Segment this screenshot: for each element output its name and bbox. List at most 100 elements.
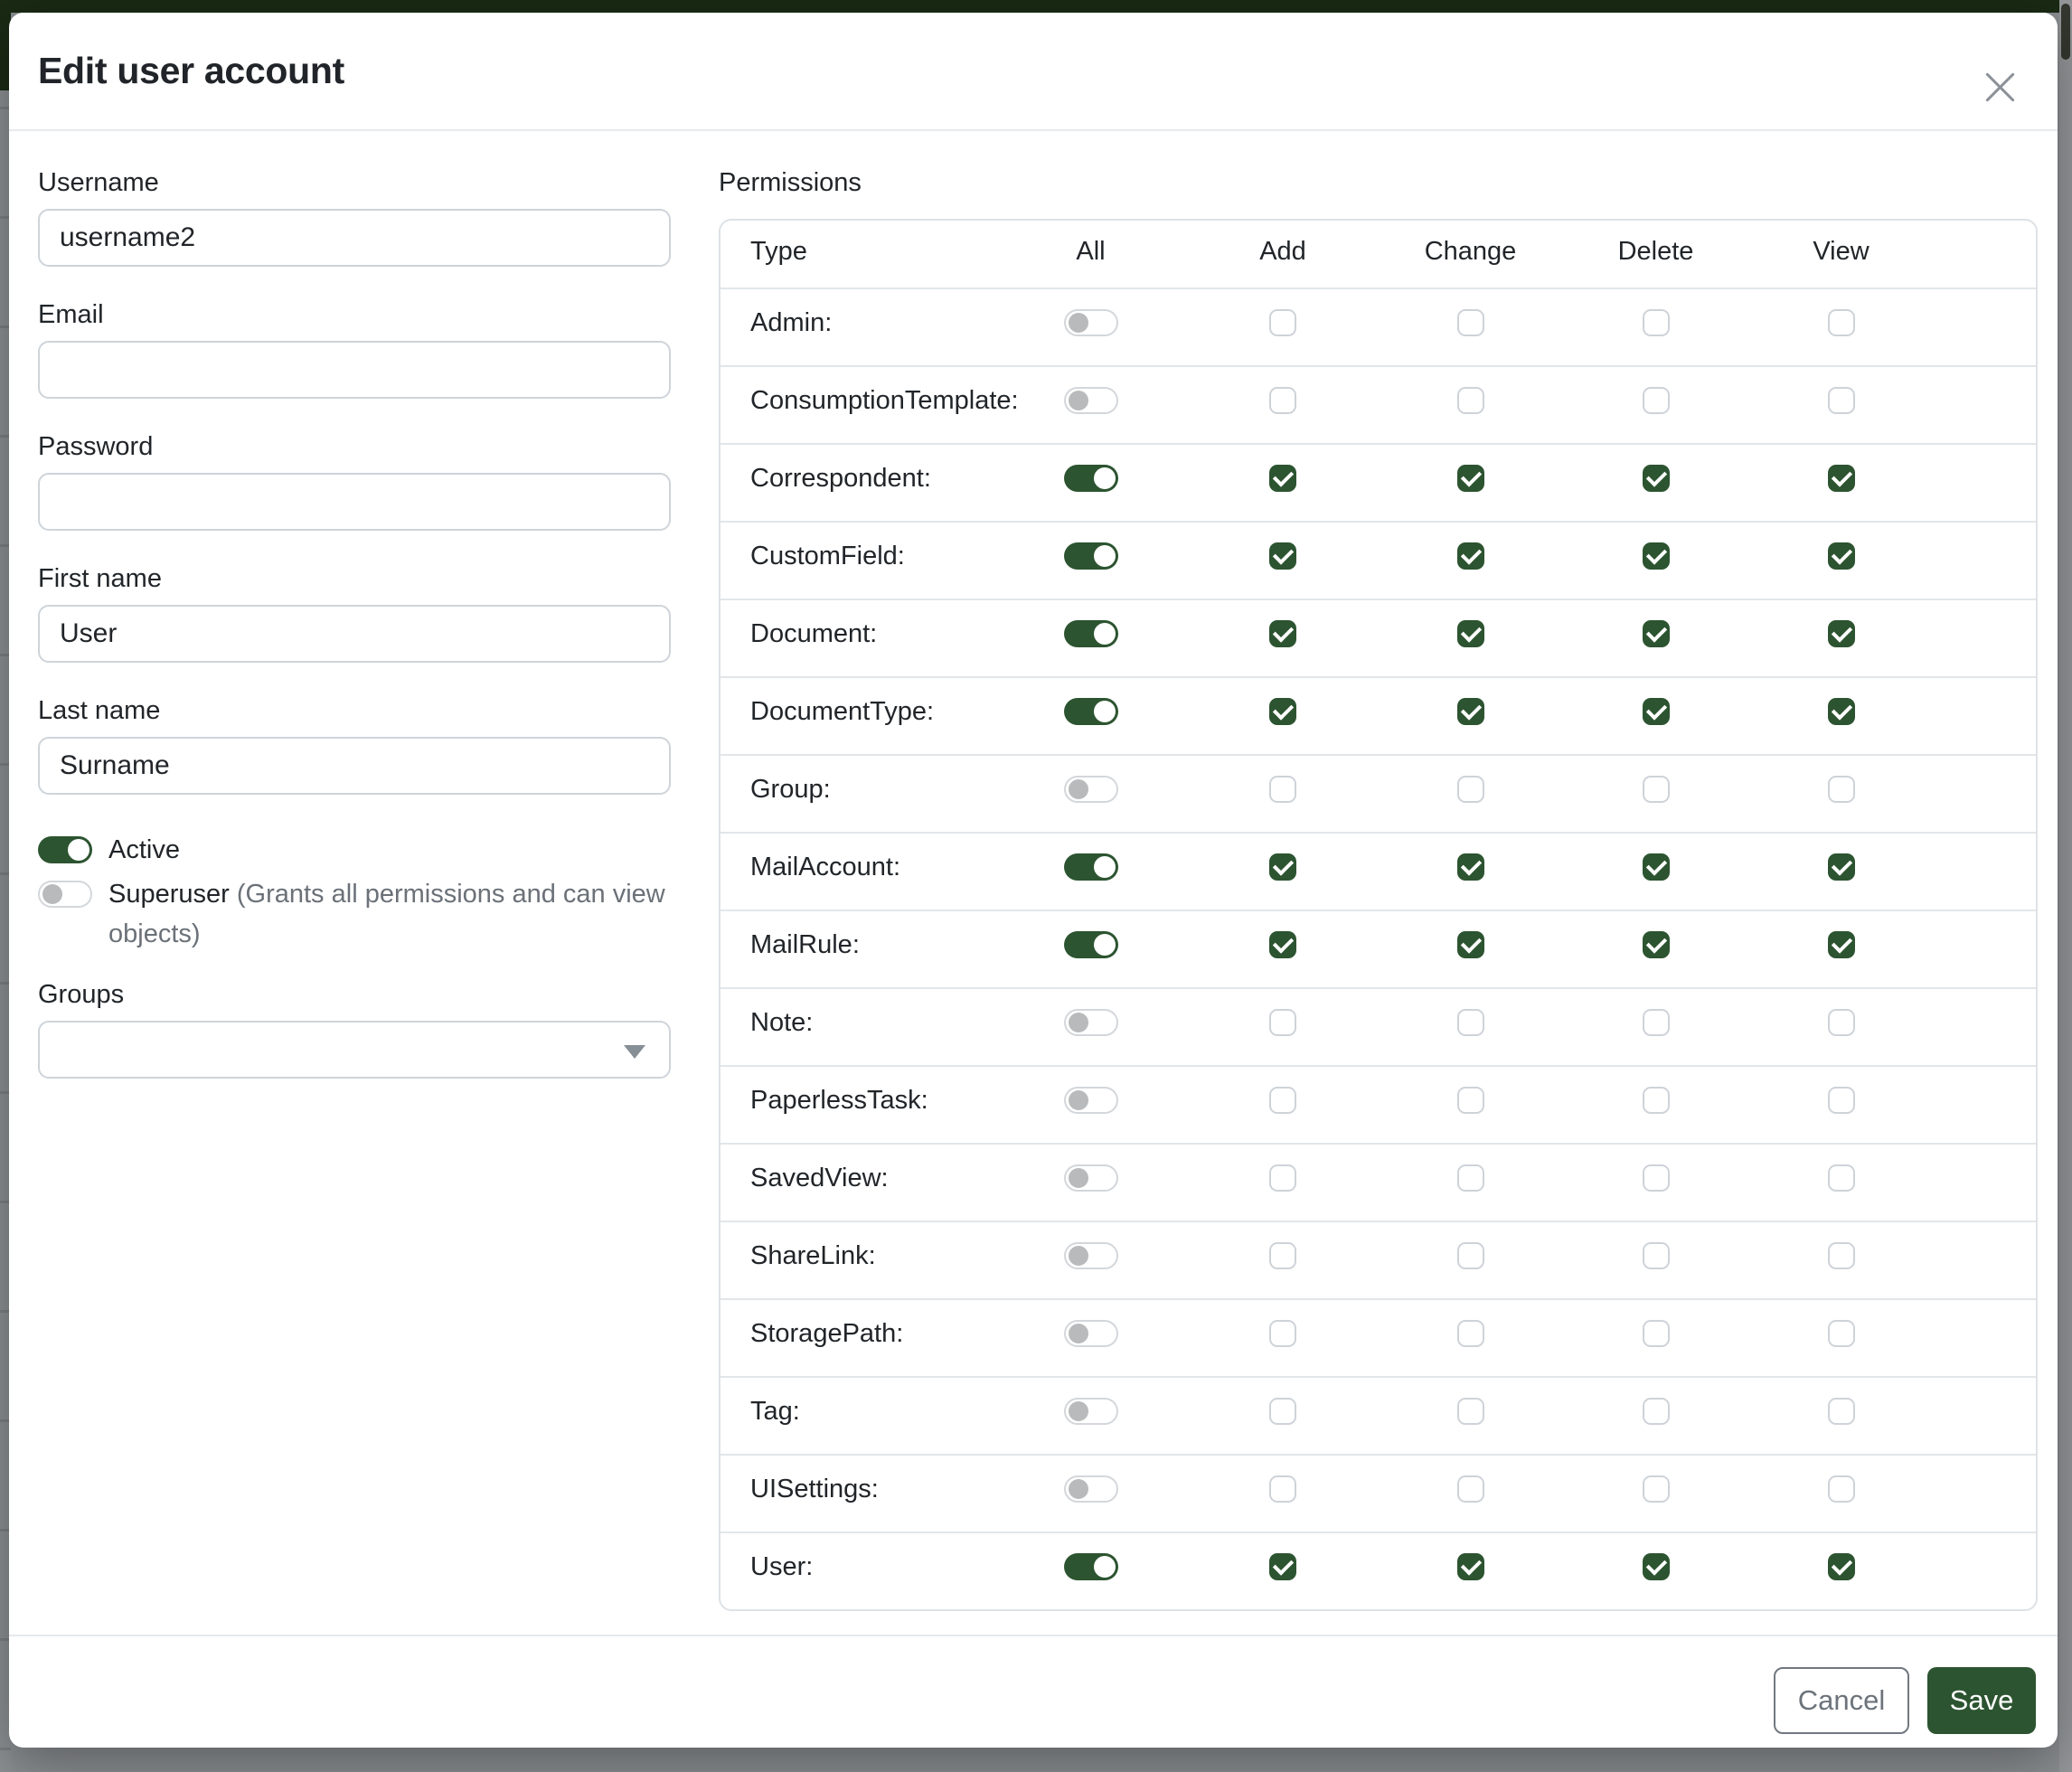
permission-all-toggle[interactable] (1064, 309, 1118, 336)
groups-select[interactable] (38, 1021, 671, 1079)
permission-all-toggle[interactable] (1064, 1087, 1118, 1114)
save-button[interactable]: Save (1927, 1667, 2036, 1734)
permission-all-toggle[interactable] (1064, 1475, 1118, 1503)
permission-change-checkbox[interactable] (1457, 1009, 1484, 1036)
permission-delete-checkbox[interactable] (1643, 620, 1670, 647)
permission-change-checkbox[interactable] (1457, 309, 1484, 336)
permission-change-checkbox[interactable] (1457, 387, 1484, 414)
permission-add-checkbox[interactable] (1269, 1164, 1296, 1192)
permission-view-checkbox[interactable] (1828, 309, 1855, 336)
permission-view-checkbox[interactable] (1828, 853, 1855, 881)
email-input[interactable] (38, 341, 671, 399)
permission-change-checkbox[interactable] (1457, 1087, 1484, 1114)
permission-view-checkbox[interactable] (1828, 1320, 1855, 1347)
permission-delete-checkbox[interactable] (1643, 1553, 1670, 1580)
permission-add-checkbox[interactable] (1269, 1009, 1296, 1036)
permission-delete-checkbox[interactable] (1643, 1164, 1670, 1192)
permission-add-checkbox[interactable] (1269, 1398, 1296, 1425)
permission-view-checkbox[interactable] (1828, 387, 1855, 414)
permission-add-checkbox[interactable] (1269, 1475, 1296, 1503)
permission-delete-checkbox[interactable] (1643, 465, 1670, 492)
permission-delete-checkbox[interactable] (1643, 1475, 1670, 1503)
permission-change-checkbox[interactable] (1457, 776, 1484, 803)
permission-add-checkbox[interactable] (1269, 1087, 1296, 1114)
permission-change-checkbox[interactable] (1457, 465, 1484, 492)
permission-all-toggle[interactable] (1064, 620, 1118, 647)
permission-view-checkbox[interactable] (1828, 465, 1855, 492)
first-name-input[interactable] (38, 605, 671, 663)
permission-all-toggle[interactable] (1064, 1398, 1118, 1425)
permission-add-checkbox[interactable] (1269, 542, 1296, 570)
permission-view-checkbox[interactable] (1828, 1475, 1855, 1503)
permission-change-checkbox[interactable] (1457, 620, 1484, 647)
permission-add-checkbox[interactable] (1269, 931, 1296, 958)
permission-change-checkbox[interactable] (1457, 542, 1484, 570)
permission-all-toggle[interactable] (1064, 776, 1118, 803)
permission-change-checkbox[interactable] (1457, 1164, 1484, 1192)
permission-add-checkbox[interactable] (1269, 309, 1296, 336)
permission-view-checkbox[interactable] (1828, 931, 1855, 958)
permission-delete-checkbox[interactable] (1643, 309, 1670, 336)
column-header-delete: Delete (1618, 238, 1694, 266)
permission-view-checkbox[interactable] (1828, 620, 1855, 647)
permission-all-toggle[interactable] (1064, 853, 1118, 881)
permission-add-checkbox[interactable] (1269, 698, 1296, 725)
permission-view-checkbox[interactable] (1828, 1087, 1855, 1114)
permission-delete-checkbox[interactable] (1643, 776, 1670, 803)
permission-all-toggle[interactable] (1064, 698, 1118, 725)
permission-add-checkbox[interactable] (1269, 776, 1296, 803)
permission-delete-checkbox[interactable] (1643, 1320, 1670, 1347)
permission-change-checkbox[interactable] (1457, 1475, 1484, 1503)
permission-change-checkbox[interactable] (1457, 698, 1484, 725)
close-button[interactable] (1978, 50, 2021, 93)
permission-view-checkbox[interactable] (1828, 1009, 1855, 1036)
permission-delete-checkbox[interactable] (1643, 931, 1670, 958)
permission-view-checkbox[interactable] (1828, 1398, 1855, 1425)
permission-all-toggle[interactable] (1064, 465, 1118, 492)
page-scrollbar-thumb[interactable] (2061, 4, 2070, 60)
cancel-button[interactable]: Cancel (1774, 1667, 1909, 1734)
permission-add-checkbox[interactable] (1269, 1320, 1296, 1347)
superuser-toggle[interactable] (38, 881, 92, 908)
permission-delete-checkbox[interactable] (1643, 853, 1670, 881)
permission-change-checkbox[interactable] (1457, 853, 1484, 881)
permission-delete-checkbox[interactable] (1643, 542, 1670, 570)
permission-add-checkbox[interactable] (1269, 1242, 1296, 1269)
permission-view-checkbox[interactable] (1828, 1242, 1855, 1269)
permission-view-checkbox[interactable] (1828, 776, 1855, 803)
permission-all-toggle[interactable] (1064, 1242, 1118, 1269)
permission-add-checkbox[interactable] (1269, 465, 1296, 492)
permission-all-toggle[interactable] (1064, 1320, 1118, 1347)
permission-view-checkbox[interactable] (1828, 1164, 1855, 1192)
last-name-input[interactable] (38, 737, 671, 795)
permission-all-toggle[interactable] (1064, 1553, 1118, 1580)
permission-change-checkbox[interactable] (1457, 1553, 1484, 1580)
permission-view-checkbox[interactable] (1828, 542, 1855, 570)
permission-add-checkbox[interactable] (1269, 1553, 1296, 1580)
permission-delete-checkbox[interactable] (1643, 698, 1670, 725)
permission-change-checkbox[interactable] (1457, 1320, 1484, 1347)
password-input[interactable] (38, 473, 671, 531)
permission-add-checkbox[interactable] (1269, 387, 1296, 414)
permission-all-toggle[interactable] (1064, 1164, 1118, 1192)
username-input[interactable] (38, 209, 671, 267)
permission-view-checkbox[interactable] (1828, 1553, 1855, 1580)
permission-all-toggle[interactable] (1064, 387, 1118, 414)
permission-delete-checkbox[interactable] (1643, 1009, 1670, 1036)
permission-delete-checkbox[interactable] (1643, 1398, 1670, 1425)
permission-delete-checkbox[interactable] (1643, 387, 1670, 414)
permission-delete-checkbox[interactable] (1643, 1087, 1670, 1114)
page-scrollbar[interactable] (2059, 0, 2072, 1772)
permission-change-checkbox[interactable] (1457, 1398, 1484, 1425)
permission-add-checkbox[interactable] (1269, 620, 1296, 647)
permission-all-toggle[interactable] (1064, 931, 1118, 958)
permission-view-checkbox[interactable] (1828, 698, 1855, 725)
permission-all-toggle[interactable] (1064, 1009, 1118, 1036)
permission-change-checkbox[interactable] (1457, 931, 1484, 958)
permission-all-toggle[interactable] (1064, 542, 1118, 570)
permission-add-checkbox[interactable] (1269, 853, 1296, 881)
permission-delete-checkbox[interactable] (1643, 1242, 1670, 1269)
permission-change-checkbox[interactable] (1457, 1242, 1484, 1269)
toggle-knob (1069, 1246, 1088, 1266)
active-toggle[interactable] (38, 836, 92, 863)
